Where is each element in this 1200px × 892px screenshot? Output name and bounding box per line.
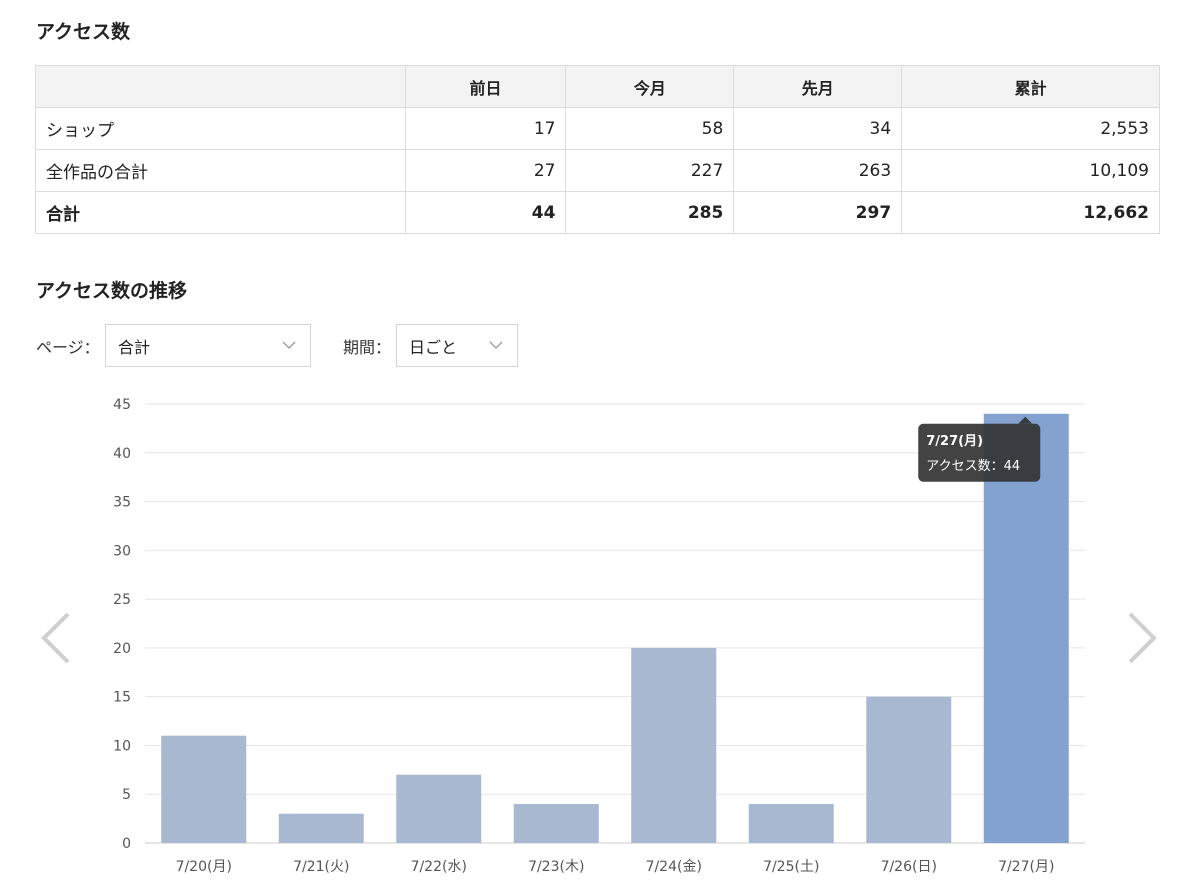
- x-tick-label: 7/25(土): [763, 859, 819, 875]
- column-header-cumulative: 累計: [901, 65, 1160, 108]
- chevron-left-icon[interactable]: [38, 612, 74, 664]
- access-trend-title: アクセス数の推移: [36, 280, 188, 302]
- y-tick-label: 15: [113, 690, 131, 706]
- page-select-value: 合計: [118, 337, 151, 357]
- access-count-title: アクセス数: [36, 21, 131, 43]
- tooltip-value: アクセス数：44: [926, 459, 1020, 474]
- row-label: 全作品の合計: [35, 149, 406, 192]
- column-header-last-month: 先月: [733, 65, 903, 108]
- chevron-down-icon: [282, 341, 296, 349]
- bar-6[interactable]: [866, 696, 952, 843]
- y-tick-label: 10: [113, 738, 131, 754]
- cell-value: 27: [404, 149, 567, 192]
- y-tick-label: 0: [122, 836, 131, 852]
- y-tick-label: 45: [113, 397, 131, 413]
- total-value: 297: [733, 191, 903, 234]
- chevron-down-icon: [489, 341, 503, 349]
- access-summary-table: 前日 今月 先月 累計 ショップ 17 58 34 2,553 全作品の合計 2…: [35, 65, 1160, 234]
- bar-0[interactable]: [161, 735, 247, 843]
- period-filter-label: 期間：: [343, 338, 392, 357]
- column-header-this-month: 今月: [565, 65, 735, 108]
- chevron-right-icon[interactable]: [1124, 612, 1160, 664]
- cell-value: 10,109: [901, 149, 1160, 192]
- total-value: 12,662: [901, 191, 1160, 234]
- bar-4[interactable]: [631, 647, 717, 843]
- period-select[interactable]: 日ごと: [396, 324, 518, 367]
- tooltip-date: 7/27(月): [926, 434, 983, 449]
- cell-value: 58: [565, 107, 735, 150]
- cell-value: 34: [733, 107, 903, 150]
- column-header-previous-day: 前日: [404, 65, 567, 108]
- access-trend-chart: 0 5 10 15 20 25 30 35 40 45 7/20(月) 7/21(火) 7/22(水) 7…: [113, 397, 1085, 875]
- chart-tooltip: 7/27(月) アクセス数：44: [918, 416, 1041, 482]
- bar-2[interactable]: [396, 774, 482, 843]
- x-tick-label: 7/23(木): [528, 859, 584, 875]
- y-tick-label: 30: [113, 543, 131, 559]
- y-tick-label: 35: [113, 495, 131, 511]
- total-value: 44: [404, 191, 567, 234]
- column-header-blank: [35, 65, 406, 108]
- bar-1[interactable]: [278, 813, 364, 843]
- table-header-row: 前日 今月 先月 累計: [35, 65, 1160, 108]
- total-value: 285: [565, 191, 735, 234]
- cell-value: 263: [733, 149, 903, 192]
- cell-value: 227: [565, 149, 735, 192]
- bar-5[interactable]: [748, 803, 834, 843]
- total-label: 合計: [35, 191, 406, 234]
- cell-value: 2,553: [901, 107, 1160, 150]
- table-row: 全作品の合計 27 227 263 10,109: [35, 149, 1160, 192]
- bar-3[interactable]: [513, 803, 599, 843]
- y-tick-label: 5: [122, 787, 131, 803]
- x-tick-label: 7/24(金): [646, 859, 702, 875]
- y-tick-label: 25: [113, 592, 131, 608]
- x-tick-label: 7/21(火): [293, 859, 349, 875]
- x-tick-label: 7/20(月): [176, 859, 232, 875]
- x-tick-label: 7/22(水): [411, 859, 467, 875]
- table-total-row: 合計 44 285 297 12,662: [35, 191, 1160, 234]
- page-select[interactable]: 合計: [105, 324, 311, 367]
- period-select-value: 日ごと: [409, 337, 458, 357]
- cell-value: 17: [404, 107, 567, 150]
- table-row: ショップ 17 58 34 2,553: [35, 107, 1160, 150]
- x-tick-label: 7/26(日): [881, 859, 937, 875]
- row-label: ショップ: [35, 107, 406, 150]
- page-filter-label: ページ：: [36, 338, 100, 357]
- y-tick-label: 40: [113, 446, 131, 462]
- y-tick-label: 20: [113, 641, 131, 657]
- x-tick-label: 7/27(月): [998, 859, 1054, 875]
